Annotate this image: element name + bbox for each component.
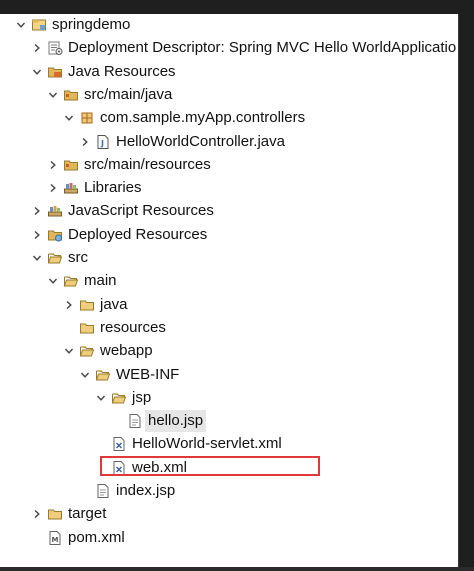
- tree-item-webapp[interactable]: webapp: [0, 340, 458, 362]
- tree-item-label: hello.jsp: [145, 410, 207, 433]
- chevron-down-icon[interactable]: [46, 88, 60, 102]
- tree-item-label: resources: [100, 318, 166, 336]
- chevron-right-icon[interactable]: [78, 135, 92, 149]
- folder-open-icon: [111, 390, 127, 406]
- chevron-right-icon[interactable]: [46, 181, 60, 195]
- folder-icon: [47, 506, 63, 522]
- tree-item-src-main-resources[interactable]: src/main/resources: [0, 154, 458, 176]
- tree-item-springdemo[interactable]: springdemo: [0, 14, 458, 36]
- libraries-icon: [63, 180, 79, 196]
- tree-item-label: JavaScript Resources: [68, 202, 214, 220]
- source-folder-icon: [63, 157, 79, 173]
- tree-item-label: target: [68, 505, 107, 523]
- tree-item-label: HelloWorldController.java: [116, 132, 285, 150]
- tree-item-main[interactable]: main: [0, 270, 458, 292]
- tree-item-label: src/main/resources: [84, 155, 211, 173]
- java-file-icon: J: [95, 134, 111, 150]
- tree-item-deployed-resources[interactable]: Deployed Resources: [0, 224, 458, 246]
- tree-item-label: pom.xml: [68, 528, 125, 546]
- tree-item-label: web.xml: [132, 458, 188, 476]
- bottom-bar: [0, 567, 474, 571]
- svg-text:M: M: [52, 536, 59, 544]
- tree-item-label: Deployed Resources: [68, 225, 208, 243]
- xml-file-icon: [111, 460, 127, 476]
- tree-item-label: webapp: [100, 342, 153, 360]
- tree-item-web-inf[interactable]: WEB-INF: [0, 364, 458, 386]
- chevron-down-icon[interactable]: [14, 18, 28, 32]
- chevron-down-icon[interactable]: [62, 344, 76, 358]
- maven-pom-icon: M: [47, 530, 63, 546]
- tree-item-label: springdemo: [52, 16, 131, 33]
- chevron-down-icon[interactable]: [94, 391, 108, 405]
- project-explorer-panel: springdemo Deployment Descriptor: Spring …: [0, 14, 459, 567]
- tree-item-label: com.sample.myApp.controllers: [100, 109, 306, 127]
- tree-item-src-main-java[interactable]: src/main/java: [0, 84, 458, 106]
- folder-icon: [79, 320, 95, 336]
- tree-item-label: HelloWorld-servlet.xml: [132, 435, 282, 453]
- tree-item-label: java: [100, 295, 128, 313]
- deployment-descriptor-icon: [47, 40, 63, 56]
- project-tree: springdemo Deployment Descriptor: Spring …: [0, 14, 458, 567]
- svg-text:J: J: [100, 139, 104, 148]
- chevron-down-icon[interactable]: [78, 368, 92, 382]
- tree-item-libraries[interactable]: Libraries: [0, 177, 458, 199]
- package-icon: [79, 110, 95, 126]
- folder-open-icon: [47, 250, 63, 266]
- tree-item-label: Deployment Descriptor: Spring MVC Hello …: [68, 39, 457, 57]
- chevron-down-icon[interactable]: [30, 251, 44, 265]
- tree-item-label: WEB-INF: [116, 365, 180, 383]
- tree-item-helloworldcontroller-java[interactable]: J HelloWorldController.java: [0, 131, 458, 153]
- chevron-right-icon[interactable]: [30, 228, 44, 242]
- chevron-down-icon[interactable]: [62, 111, 76, 125]
- jsp-file-icon: [95, 483, 111, 499]
- tree-item-label: Java Resources: [68, 62, 176, 80]
- xml-file-icon: [111, 436, 127, 452]
- jsp-file-icon: [127, 413, 143, 429]
- tree-item-pom-xml[interactable]: Mpom.xml: [0, 527, 458, 549]
- tree-item-package-controllers[interactable]: com.sample.myApp.controllers: [0, 107, 458, 129]
- tree-item-label: main: [84, 272, 117, 290]
- tree-item-jsp[interactable]: jsp: [0, 387, 458, 409]
- tree-item-deployment-descriptor[interactable]: Deployment Descriptor: Spring MVC Hello …: [0, 37, 458, 59]
- chevron-right-icon[interactable]: [62, 298, 76, 312]
- tree-item-label: index.jsp: [116, 482, 176, 499]
- tree-item-target[interactable]: target: [0, 503, 458, 525]
- folder-icon: [79, 297, 95, 313]
- tree-item-label: src: [68, 249, 88, 266]
- chevron-down-icon[interactable]: [30, 65, 44, 79]
- tree-item-hello-jsp[interactable]: hello.jsp: [0, 410, 458, 433]
- folder-open-icon: [63, 273, 79, 289]
- javascript-resources-icon: [47, 203, 63, 219]
- tree-item-java[interactable]: java: [0, 294, 458, 316]
- chevron-down-icon[interactable]: [46, 274, 60, 288]
- tree-item-index-jsp[interactable]: index.jsp: [0, 480, 458, 502]
- folder-open-icon: [79, 343, 95, 359]
- chevron-right-icon[interactable]: [30, 507, 44, 521]
- tree-item-web-xml[interactable]: web.xml: [0, 457, 458, 479]
- tree-item-java-resources[interactable]: Java Resources: [0, 61, 458, 83]
- chevron-right-icon[interactable]: [30, 41, 44, 55]
- project-icon: [31, 17, 47, 33]
- source-folder-icon: [63, 87, 79, 103]
- chevron-right-icon[interactable]: [46, 158, 60, 172]
- java-resources-icon: [47, 64, 63, 80]
- tree-item-javascript-resources[interactable]: JavaScript Resources: [0, 200, 458, 222]
- tree-item-resources[interactable]: resources: [0, 317, 458, 339]
- chevron-right-icon[interactable]: [30, 204, 44, 218]
- tree-item-label: src/main/java: [84, 85, 173, 103]
- folder-open-icon: [95, 367, 111, 383]
- deployed-resources-icon: [47, 227, 63, 243]
- tree-item-src[interactable]: src: [0, 247, 458, 269]
- tree-item-helloworld-servlet-xml[interactable]: HelloWorld-servlet.xml: [0, 433, 458, 455]
- tree-item-label: Libraries: [84, 179, 142, 197]
- tree-item-label: jsp: [132, 388, 152, 406]
